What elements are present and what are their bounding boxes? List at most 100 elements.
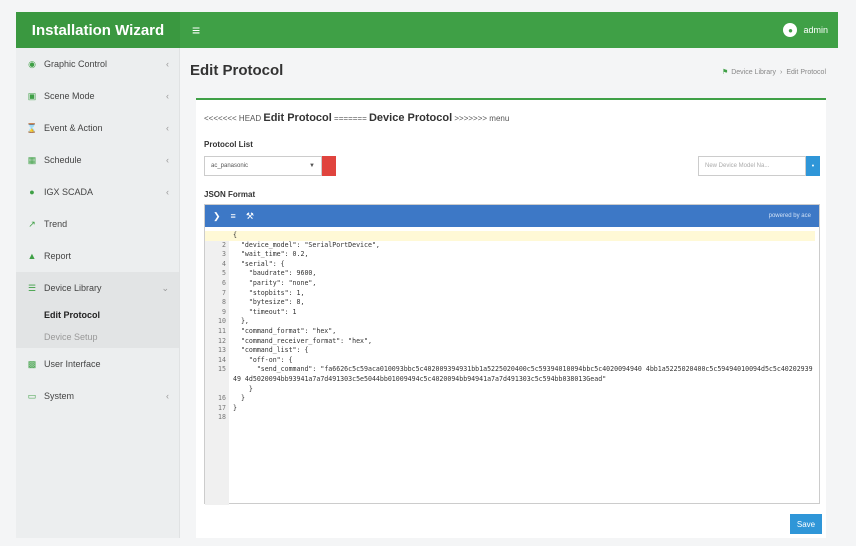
code-line: "wait_time": 0.2, [233, 250, 309, 259]
protocol-select[interactable]: ac_panasonic ▼ [204, 156, 322, 176]
line-number: 18 [218, 413, 226, 422]
app-title[interactable]: Installation Wizard [16, 12, 180, 48]
sidebar-item-igx-scada[interactable]: ● IGX SCADA ‹ [16, 176, 179, 208]
sidebar-item-report[interactable]: ▲ Report [16, 240, 179, 272]
save-button[interactable]: Save [790, 514, 822, 534]
code-line: "off-on": { [233, 355, 293, 364]
sidebar-item-graphic-control[interactable]: ◉ Graphic Control ‹ [16, 48, 179, 80]
line-number: 3 [222, 250, 226, 259]
heading-edit-protocol: Edit Protocol [263, 112, 332, 124]
line-number: 5 [222, 269, 226, 278]
line-number: 12 [218, 336, 226, 345]
heading-device-protocol: Device Protocol [368, 112, 453, 124]
sidebar-item-label: IGX SCADA [44, 187, 94, 197]
code-line: } [233, 394, 245, 403]
sidebar-item-label: Graphic Control [44, 59, 108, 69]
hourglass-icon: ⌛ [26, 122, 38, 133]
delete-protocol-button[interactable] [322, 156, 336, 176]
library-icon: ⚑ [721, 69, 729, 76]
code-line: "bytesize": 8, [233, 298, 305, 307]
chevron-down-icon: ⌄ [161, 282, 169, 293]
sidebar-item-label: Report [44, 251, 72, 261]
sidebar-subitem-edit-protocol[interactable]: Edit Protocol [16, 304, 179, 326]
chevron-left-icon: ‹ [166, 391, 169, 401]
format-icon[interactable]: ❯ [213, 211, 221, 222]
code-line: } [233, 403, 237, 412]
code-line: "stopbits": 1, [233, 288, 305, 297]
line-number: 16 [218, 394, 226, 403]
sidebar: ◉ Graphic Control ‹ ▣ Scene Mode ‹ ⌛ Eve… [16, 48, 180, 538]
sidebar-item-system[interactable]: ▭ System ‹ [16, 380, 179, 412]
globe-icon: ● [29, 187, 35, 197]
new-device-model-input[interactable]: New Device Model Na... [698, 156, 806, 176]
sidebar-item-trend[interactable]: ↗ Trend [16, 208, 179, 240]
line-number: 7 [222, 288, 226, 297]
code-line: { [205, 231, 815, 241]
sidebar-item-label: Schedule [44, 155, 82, 165]
page-title: Edit Protocol [190, 62, 284, 79]
editor-toolbar: ❯ ≡ ⚒ powered by ace [205, 205, 819, 227]
hamburger-icon[interactable]: ≡ [192, 22, 200, 38]
sidebar-item-label: Trend [44, 219, 68, 229]
line-number: 11 [218, 326, 226, 335]
code-lines[interactable]: { "device_model": "SerialPortDevice", "w… [205, 231, 815, 413]
chevron-left-icon: ‹ [166, 123, 169, 133]
merge-marker-head: <<<<<<< HEAD [204, 114, 264, 123]
code-line: "command_list": { [233, 346, 309, 355]
merge-marker-menu: >>>>>>> menu [452, 114, 510, 123]
line-number: 13 [218, 346, 226, 355]
chevron-left-icon: ‹ [166, 155, 169, 165]
caret-down-icon: ▼ [309, 163, 315, 169]
breadcrumb: ⚑ Device Library › Edit Protocol [721, 68, 826, 77]
breadcrumb-device-library[interactable]: Device Library [731, 69, 776, 76]
json-editor[interactable]: ❯ ≡ ⚒ powered by ace 1234567891011121314… [204, 204, 820, 505]
line-number: 15 [218, 365, 226, 374]
breadcrumb-separator: › [779, 68, 783, 76]
line-number-gutter: 123456789101112131415161718 [205, 231, 229, 505]
line-number: 4 [222, 259, 226, 268]
sidebar-item-label: System [44, 391, 75, 401]
sidebar-item-label: Scene Mode [44, 91, 95, 101]
top-bar: Installation Wizard ≡ ● admin [16, 12, 838, 48]
line-number: 8 [222, 298, 226, 307]
powered-by-label: powered by ace [768, 213, 811, 219]
code-line: "command_receiver_format": "hex", [233, 336, 372, 345]
code-line: "parity": "none", [233, 278, 317, 287]
protocol-panel: <<<<<<< HEAD Edit Protocol ======= Devic… [196, 98, 826, 538]
user-name: admin [803, 25, 828, 35]
code-line: "device_model": "SerialPortDevice", [233, 240, 380, 249]
add-model-button[interactable]: • [806, 156, 820, 176]
sidebar-item-event-action[interactable]: ⌛ Event & Action ‹ [16, 112, 179, 144]
sidebar-item-label: Event & Action [44, 123, 103, 133]
code-line: "serial": { [233, 259, 285, 268]
calendar-icon: ▦ [27, 154, 37, 165]
breadcrumb-current: Edit Protocol [786, 68, 826, 76]
sidebar-item-scene-mode[interactable]: ▣ Scene Mode ‹ [16, 80, 179, 112]
protocol-list-label: Protocol List [204, 140, 253, 149]
code-line: "baudrate": 9600, [233, 269, 317, 278]
chart-icon: ↗ [28, 218, 36, 229]
image-icon: ▣ [27, 90, 37, 101]
compact-icon[interactable]: ≡ [231, 211, 236, 221]
code-line: } [233, 384, 253, 393]
sidebar-item-label: Device Library [44, 283, 102, 293]
sidebar-item-user-interface[interactable]: ▩ User Interface [16, 348, 179, 380]
sidebar-subitem-device-setup[interactable]: Device Setup [16, 326, 179, 348]
code-line: }, [233, 317, 249, 326]
chevron-left-icon: ‹ [166, 91, 169, 101]
json-format-label: JSON Format [204, 190, 256, 199]
sidebar-item-device-library[interactable]: ☰ Device Library ⌄ [16, 272, 179, 304]
sidebar-item-label: User Interface [44, 359, 101, 369]
monitor-icon: ▭ [27, 390, 37, 401]
line-number: 14 [218, 355, 226, 364]
panel-heading: <<<<<<< HEAD Edit Protocol ======= Devic… [204, 112, 509, 124]
code-line: "command_format": "hex", [233, 326, 337, 335]
line-number: 10 [218, 317, 226, 326]
line-number: 6 [222, 278, 226, 287]
sidebar-item-schedule[interactable]: ▦ Schedule ‹ [16, 144, 179, 176]
wrench-icon[interactable]: ⚒ [246, 211, 254, 222]
user-menu[interactable]: ● admin [783, 23, 828, 37]
eye-icon: ◉ [28, 58, 36, 69]
list-icon: ☰ [27, 282, 37, 293]
line-number: 17 [218, 403, 226, 412]
